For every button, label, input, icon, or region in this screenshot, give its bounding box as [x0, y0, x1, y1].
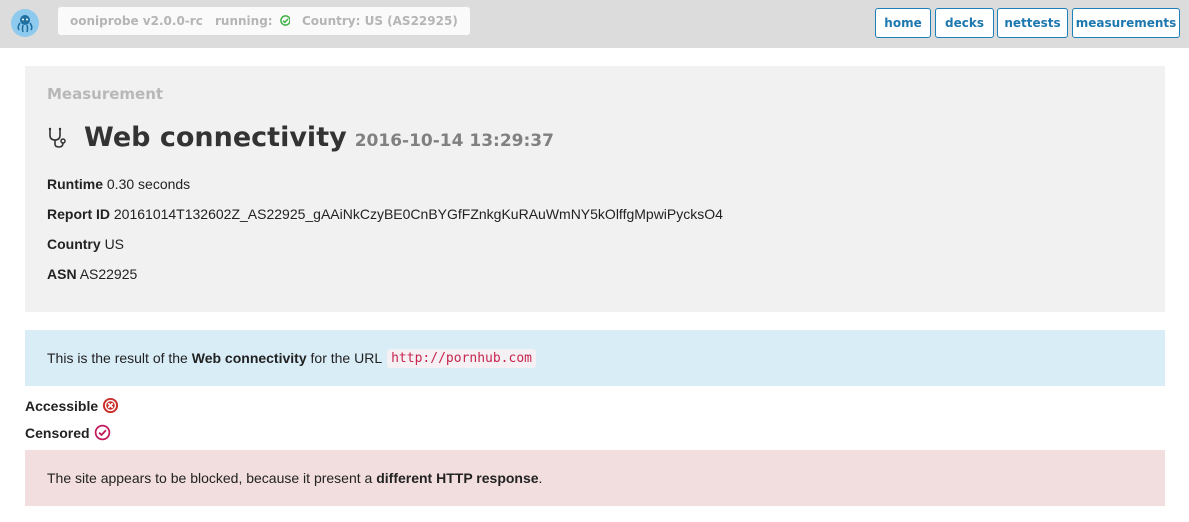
asn-label: ASN	[47, 266, 77, 282]
result-prefix: This is the result of the	[47, 350, 188, 366]
alert-prefix: The site appears to be blocked, because …	[47, 470, 373, 486]
country-label: Country	[47, 236, 101, 252]
page-title: Web connectivity 2016-10-14 13:29:37	[47, 122, 554, 153]
blocked-alert: The site appears to be blocked, because …	[25, 450, 1165, 506]
report-id-row: Report ID 20161014T132602Z_AS22925_gAAiN…	[47, 206, 723, 222]
result-info-box: This is the result of the Web connectivi…	[25, 330, 1165, 386]
times-circle-icon	[103, 397, 119, 414]
running-status-badge: running:	[203, 7, 303, 35]
result-url: http://pornhub.com	[387, 348, 536, 368]
ooni-logo-icon[interactable]	[11, 9, 39, 37]
check-circle-icon	[94, 424, 110, 441]
accessible-status: Accessible	[25, 397, 119, 414]
alert-emphasis: different HTTP response	[376, 470, 539, 486]
top-bar: ooniprobe v2.0.0-rc.4 running: Country: …	[0, 0, 1189, 48]
nav-measurements-button[interactable]: measurements	[1072, 8, 1180, 38]
asn-value: AS22925	[79, 266, 138, 282]
censored-label: Censored	[25, 424, 90, 441]
measurement-timestamp: 2016-10-14 13:29:37	[354, 131, 554, 151]
result-test-name: Web connectivity	[191, 350, 307, 366]
runtime-row: Runtime 0.30 seconds	[47, 176, 190, 192]
result-middle: for the URL	[310, 350, 383, 366]
nav-decks-button[interactable]: decks	[935, 8, 994, 38]
measurement-panel: Measurement Web connectivity 2016-10-14 …	[25, 66, 1165, 312]
country-badge: Country: US (AS22925)	[290, 7, 470, 35]
country-row: Country US	[47, 236, 124, 252]
asn-row: ASN AS22925	[47, 266, 137, 282]
country-value: US	[104, 236, 125, 252]
report-id-value: 20161014T132602Z_AS22925_gAAiNkCzyBE0CnB…	[113, 206, 723, 222]
nav-nettests-button[interactable]: nettests	[997, 8, 1068, 38]
accessible-label: Accessible	[25, 397, 99, 414]
report-id-label: Report ID	[47, 206, 110, 222]
stethoscope-icon	[48, 127, 66, 148]
section-label: Measurement	[47, 85, 164, 103]
test-title: Web connectivity	[84, 122, 347, 153]
runtime-label: Runtime	[47, 176, 103, 192]
runtime-value: 0.30 seconds	[106, 176, 191, 192]
nav-home-button[interactable]: home	[875, 8, 931, 38]
censored-status: Censored	[25, 424, 111, 441]
running-label: running:	[215, 14, 273, 28]
alert-suffix: .	[538, 470, 543, 486]
